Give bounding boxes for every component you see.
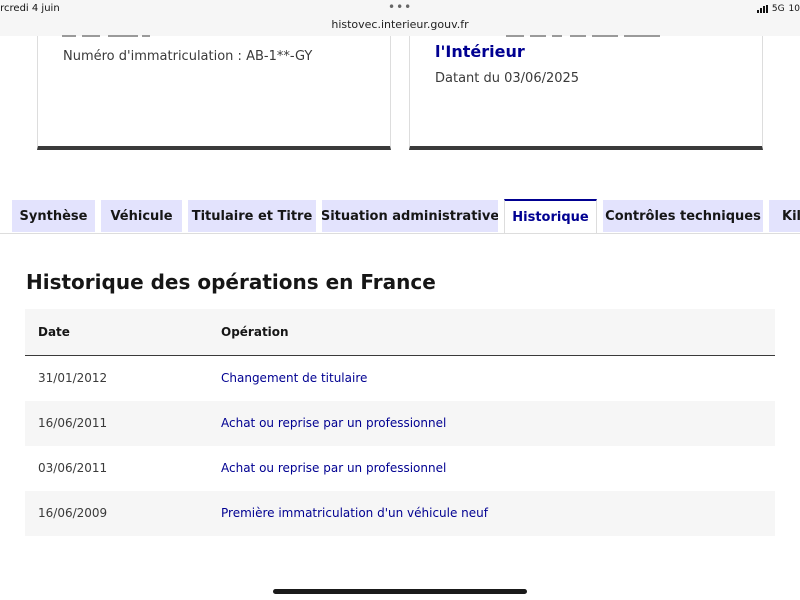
network-type: 5G <box>771 4 785 14</box>
history-table: Date Opération 31/01/2012 Changement de … <box>25 309 775 536</box>
status-indicators: 5G 10 <box>756 4 800 14</box>
report-date: Datant du 03/06/2025 <box>435 71 580 86</box>
table-row: 16/06/2011 Achat ou reprise par un profe… <box>25 401 775 446</box>
clipped-text <box>108 35 138 37</box>
tab-titulaire-titre[interactable]: Titulaire et Titre <box>188 200 316 232</box>
clipped-text <box>62 35 76 37</box>
clipped-text <box>530 35 546 37</box>
table-row: 03/06/2011 Achat ou reprise par un profe… <box>25 446 775 491</box>
home-indicator[interactable] <box>273 589 527 594</box>
row-operation-link[interactable]: Changement de titulaire <box>221 356 367 401</box>
status-date: ercredi 4 juin <box>0 3 60 14</box>
status-bar: ercredi 4 juin ••• histovec.interieur.go… <box>0 0 800 36</box>
row-operation-link[interactable]: Achat ou reprise par un professionnel <box>221 401 446 446</box>
vehicle-card: Numéro d'immatriculation : AB-1**-GY <box>37 35 391 150</box>
row-date: 16/06/2011 <box>38 416 108 430</box>
card-heading: l'Intérieur <box>435 42 525 61</box>
clipped-text <box>592 35 618 37</box>
clipped-text <box>82 35 100 37</box>
row-operation-link[interactable]: Première immatriculation d'un véhicule n… <box>221 491 488 536</box>
battery-level: 10 <box>788 4 800 14</box>
tab-bar: Synthèse Véhicule Titulaire et Titre Sit… <box>0 199 800 234</box>
clipped-text <box>552 35 562 37</box>
tab-vehicule[interactable]: Véhicule <box>101 200 182 232</box>
tab-historique[interactable]: Historique <box>504 199 597 233</box>
page-title: Historique des opérations en France <box>26 270 436 294</box>
clipped-text <box>142 35 150 37</box>
table-header: Date Opération <box>25 309 775 356</box>
address-bar-url[interactable]: histovec.interieur.gouv.fr <box>0 18 800 31</box>
tab-situation-administrative[interactable]: Situation administrative <box>322 200 498 232</box>
cellular-signal-icon <box>756 5 768 13</box>
clipped-text <box>570 35 586 37</box>
clipped-text <box>506 35 524 37</box>
immatriculation-number: Numéro d'immatriculation : AB-1**-GY <box>63 49 313 64</box>
table-row: 16/06/2009 Première immatriculation d'un… <box>25 491 775 536</box>
report-card: l'Intérieur Datant du 03/06/2025 <box>409 35 763 150</box>
clipped-text <box>624 35 660 37</box>
tab-kilometrage[interactable]: Kilo <box>769 200 800 232</box>
table-row: 31/01/2012 Changement de titulaire <box>25 356 775 401</box>
row-date: 03/06/2011 <box>38 461 108 475</box>
row-date: 16/06/2009 <box>38 506 108 520</box>
row-date: 31/01/2012 <box>38 371 108 385</box>
column-header-operation: Opération <box>221 325 289 339</box>
column-header-date: Date <box>38 325 70 339</box>
tab-controles-techniques[interactable]: Contrôles techniques <box>603 200 763 232</box>
row-operation-link[interactable]: Achat ou reprise par un professionnel <box>221 446 446 491</box>
more-dots-icon[interactable]: ••• <box>388 0 412 14</box>
tab-synthese[interactable]: Synthèse <box>12 200 95 232</box>
